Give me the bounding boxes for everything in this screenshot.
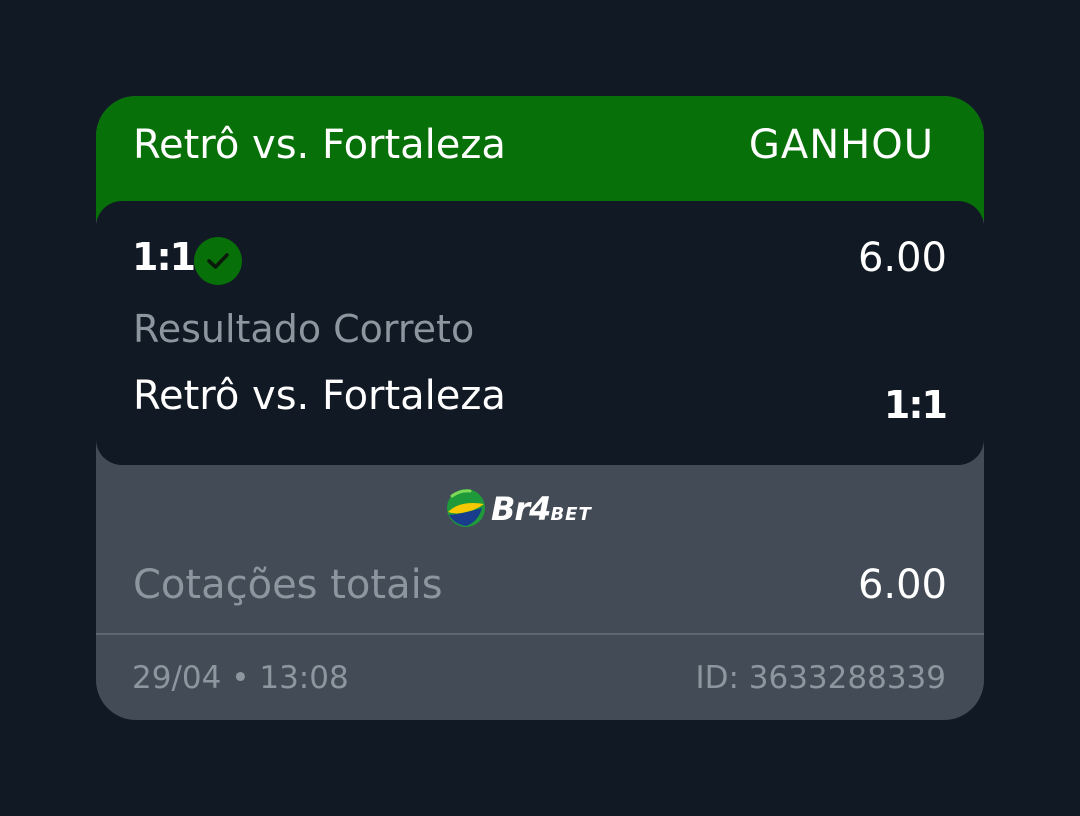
selection-odds: 6.00 — [857, 235, 947, 281]
selection-event: Retrô vs. Fortaleza — [133, 373, 506, 419]
bet-date: 29/04 — [132, 660, 222, 696]
check-circle-icon — [194, 237, 242, 285]
brand-wordmark: Br4BET — [491, 490, 592, 528]
selection-panel: 1:1 6.00 Resultado Correto Retrô vs. For… — [96, 201, 984, 465]
datetime-separator: • — [231, 660, 250, 696]
total-odds-value: 6.00 — [857, 562, 947, 608]
selection-result: 1:1 — [883, 383, 948, 427]
footer-divider — [96, 633, 984, 635]
bet-datetime: 29/04 • 13:08 — [132, 660, 349, 696]
header-match-title: Retrô vs. Fortaleza — [133, 122, 506, 168]
bet-slip-card: Retrô vs. Fortaleza GANHOU 1:1 6.00 Resu… — [96, 96, 984, 720]
brand-name-main: Br4 — [491, 490, 551, 528]
selection-pick: 1:1 — [132, 235, 196, 279]
total-odds-label: Cotações totais — [133, 562, 443, 608]
brand-name-sub: BET — [550, 504, 592, 525]
brand-logo: Br4BET — [446, 488, 636, 532]
bet-time: 13:08 — [259, 660, 349, 696]
checkmark-icon — [207, 253, 229, 269]
bet-id: ID: 3633288339 — [695, 660, 946, 696]
selection-market: Resultado Correto — [133, 307, 475, 351]
brand-ball-icon — [447, 489, 485, 527]
status-badge: GANHOU — [748, 122, 934, 168]
